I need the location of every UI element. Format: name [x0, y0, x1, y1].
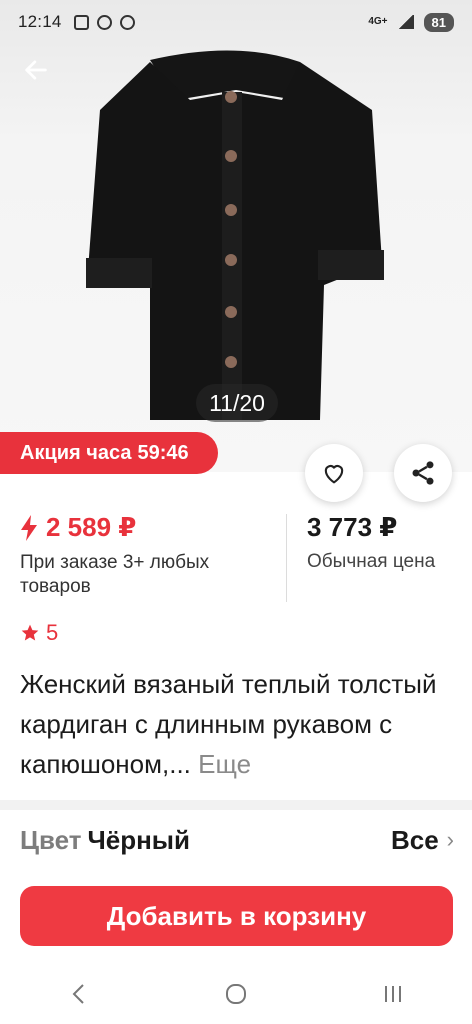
star-icon [21, 624, 39, 641]
whatsapp-icon [119, 14, 135, 30]
rating-value: 5 [46, 620, 59, 645]
recents-icon [385, 986, 402, 1002]
lightning-icon [21, 514, 37, 541]
color-label: Цвет [20, 824, 82, 855]
chevron-left-icon [72, 984, 84, 1004]
chevron-right-icon: › [446, 827, 454, 852]
battery-indicator: 81 [423, 12, 454, 32]
network-indicator: 4G+ [368, 16, 388, 27]
price-divider [286, 514, 287, 602]
promo-price: 2 589 ₽ [46, 512, 137, 542]
more-link[interactable]: Еще [198, 749, 251, 779]
signal-icon [397, 15, 414, 29]
share-button[interactable] [394, 444, 452, 502]
arrow-left-icon[interactable] [22, 56, 50, 84]
all-colors-label: Все [390, 824, 439, 855]
favorite-button[interactable] [305, 444, 363, 502]
product-image-gallery[interactable]: 12:14 4G+ 81 11/20 [0, 0, 472, 472]
gallery-counter: 11/20 [196, 384, 278, 422]
color-value: Чёрный [87, 824, 190, 855]
all-colors-link[interactable]: Все › [391, 825, 454, 856]
home-circle-icon [225, 984, 246, 1004]
rating[interactable]: 5 [20, 620, 58, 646]
system-navigation-bar [0, 964, 472, 1024]
promo-price-note: При заказе 3+ любых товаров [20, 552, 210, 597]
regular-price: 3 773 ₽ [307, 512, 398, 542]
share-icon [412, 461, 434, 485]
regular-price-label: Обычная цена [307, 551, 436, 572]
promo-label: Акция часа [20, 441, 132, 464]
screenshot-icon [73, 14, 89, 30]
product-title: Женский вязаный теплый толстый кардиган … [20, 664, 450, 784]
heart-icon [324, 465, 344, 484]
nav-recents-button[interactable] [373, 974, 413, 1014]
status-time: 12:14 [18, 12, 62, 31]
section-divider [0, 800, 472, 810]
color-selector[interactable]: Цвет Чёрный Все › [20, 820, 454, 860]
nav-home-button[interactable] [216, 974, 256, 1014]
status-bar: 12:14 4G+ 81 [0, 0, 472, 44]
price-section: 2 589 ₽ При заказе 3+ любых товаров 3 77… [0, 506, 472, 602]
nav-back-button[interactable] [59, 974, 99, 1014]
add-to-cart-button[interactable]: Добавить в корзину [20, 886, 453, 946]
chrome-icon [96, 14, 112, 30]
promo-badge: Акция часа 59:46 [0, 432, 218, 474]
promo-timer: 59:46 [137, 441, 189, 464]
